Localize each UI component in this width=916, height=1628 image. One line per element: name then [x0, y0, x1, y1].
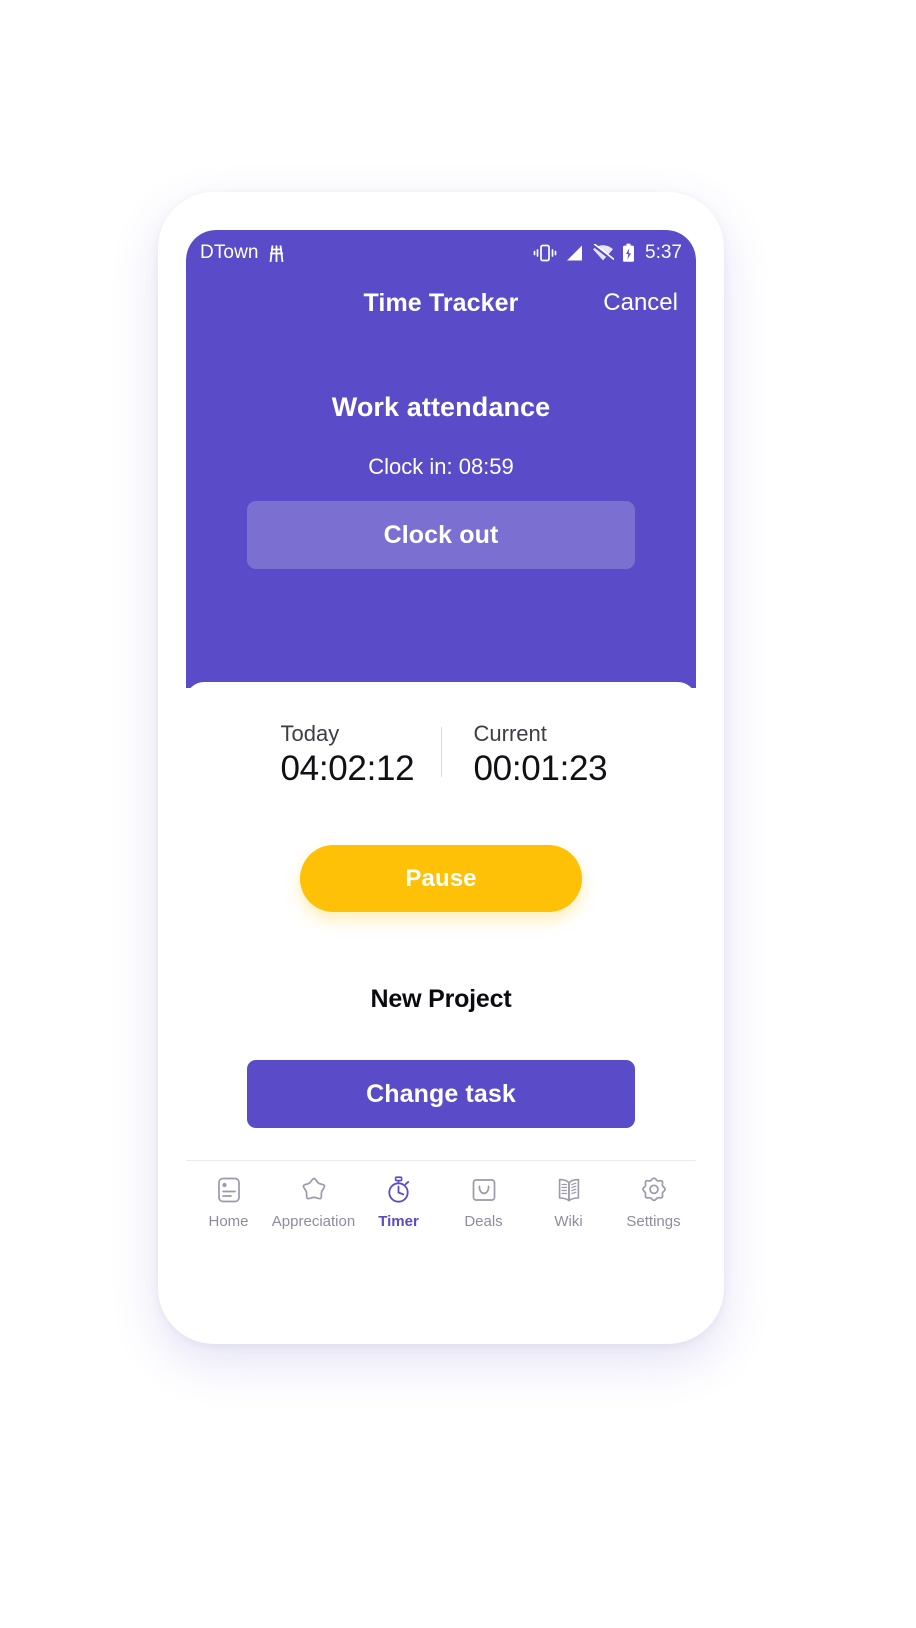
bottom-navigation-bar: Home Appreciation Timer Deals Wiki Setti…: [186, 1160, 696, 1252]
nav-item-wiki[interactable]: Wiki: [526, 1173, 611, 1230]
carrier-label: DTown: [200, 242, 259, 263]
cellular-signal-icon: [565, 244, 584, 262]
nav-item-deals[interactable]: Deals: [441, 1173, 526, 1230]
timer-today-value: 04:02:12: [280, 749, 415, 788]
nav-label-home: Home: [208, 1213, 249, 1230]
shopping-bag-icon: [467, 1173, 501, 1207]
work-attendance-section: Work attendance Clock in: 08:59 Clock ou…: [186, 330, 696, 569]
gear-icon: [637, 1173, 671, 1207]
phone-device-frame: DTown 5:37 Time Tracker Cancel Work atte…: [158, 192, 724, 1344]
status-bar-time: 5:37: [645, 242, 682, 263]
timer-today: Today 04:02:12: [253, 721, 441, 789]
id-card-icon: [212, 1173, 246, 1207]
timer-current: Current 00:01:23: [442, 721, 630, 789]
battery-charging-icon: [622, 243, 635, 263]
current-project-name: New Project: [370, 985, 512, 1013]
nav-label-wiki: Wiki: [554, 1213, 583, 1230]
status-bar-left: DTown: [200, 242, 285, 264]
page-title: Time Tracker: [363, 288, 519, 317]
nav-label-appreciation: Appreciation: [271, 1213, 356, 1230]
screenshot-canvas: DTown 5:37 Time Tracker Cancel Work atte…: [0, 0, 916, 1628]
cancel-button[interactable]: Cancel: [603, 289, 678, 317]
timer-sheet: Today 04:02:12 Current 00:01:23 Pause Ne…: [186, 682, 696, 1252]
clock-out-button-label: Clock out: [383, 520, 499, 549]
network-tower-icon: [268, 244, 285, 263]
app-bar: Time Tracker Cancel: [186, 276, 696, 330]
nav-item-timer[interactable]: Timer: [356, 1173, 441, 1230]
wifi-off-icon: [592, 244, 615, 262]
star-icon: [297, 1173, 331, 1207]
nav-label-deals: Deals: [464, 1213, 503, 1230]
timer-current-value: 00:01:23: [473, 749, 608, 788]
time-tracker-header-panel: DTown 5:37 Time Tracker Cancel Work atte…: [186, 230, 696, 688]
change-task-button[interactable]: Change task: [247, 1060, 635, 1128]
attendance-title: Work attendance: [331, 392, 551, 422]
timer-today-label: Today: [280, 721, 340, 746]
timer-summary: Today 04:02:12 Current 00:01:23: [186, 682, 696, 789]
vibrate-icon: [533, 243, 557, 263]
clock-in-time: Clock in: 08:59: [368, 454, 514, 479]
phone-screen: DTown 5:37 Time Tracker Cancel Work atte…: [186, 230, 696, 1306]
nav-item-settings[interactable]: Settings: [611, 1173, 696, 1230]
open-book-icon: [552, 1173, 586, 1207]
nav-item-home[interactable]: Home: [186, 1173, 271, 1230]
change-task-row: Change task: [186, 1060, 696, 1128]
status-bar-right: 5:37: [533, 242, 682, 264]
timer-current-label: Current: [473, 721, 547, 746]
stopwatch-icon: [382, 1173, 416, 1207]
clock-out-button[interactable]: Clock out: [247, 501, 635, 569]
status-bar: DTown 5:37: [186, 230, 696, 276]
nav-label-timer: Timer: [378, 1213, 419, 1230]
pause-button[interactable]: Pause: [300, 845, 582, 912]
nav-label-settings: Settings: [626, 1213, 681, 1230]
nav-item-appreciation[interactable]: Appreciation: [271, 1173, 356, 1230]
pause-button-row: Pause: [186, 845, 696, 912]
